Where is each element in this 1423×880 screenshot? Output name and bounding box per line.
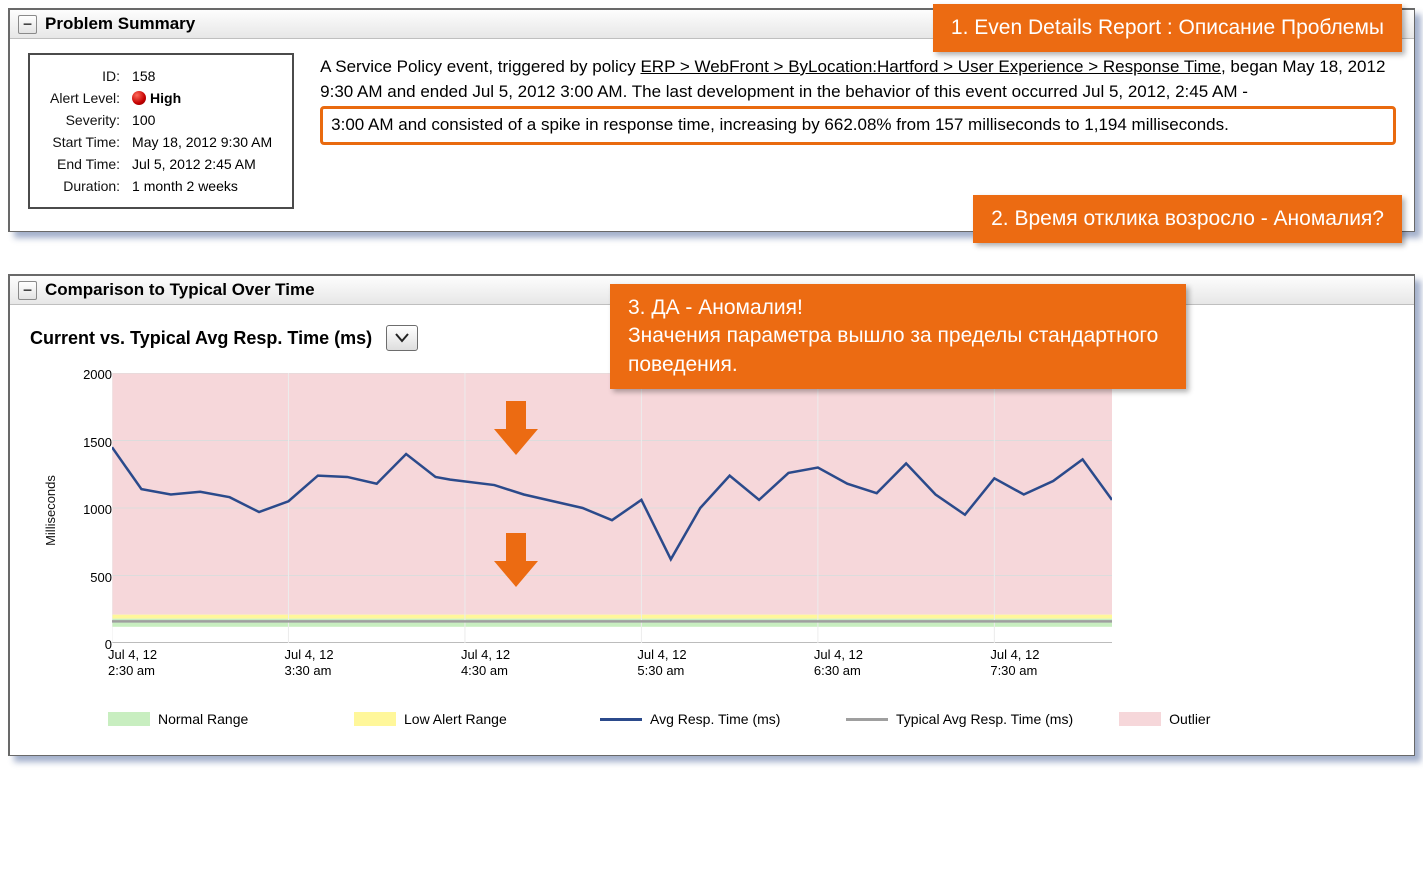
annotation-2: 2. Время отклика возросло - Аномалия?: [973, 195, 1402, 243]
label-alert-level: Alert Level:: [44, 87, 126, 109]
value-end-time: Jul 5, 2012 2:45 AM: [126, 153, 278, 175]
legend-typical-avg: Typical Avg Resp. Time (ms): [846, 711, 1073, 727]
chart-title: Current vs. Typical Avg Resp. Time (ms): [30, 328, 372, 349]
comparison-panel: – Comparison to Typical Over Time 3. ДА …: [8, 274, 1415, 756]
legend-low-alert-range: Low Alert Range: [354, 711, 554, 727]
chart-legend: Normal Range Low Alert Range Avg Resp. T…: [108, 711, 1396, 727]
policy-link[interactable]: ERP > WebFront > ByLocation:Hartford > U…: [640, 57, 1221, 76]
value-duration: 1 month 2 weeks: [126, 175, 278, 197]
legend-normal-range: Normal Range: [108, 711, 308, 727]
legend-outlier: Outlier: [1119, 711, 1319, 727]
annotation-1: 1. Even Details Report : Описание Пробле…: [933, 4, 1402, 52]
value-id: 158: [126, 65, 278, 87]
label-severity: Severity:: [44, 109, 126, 131]
desc-highlighted: 3:00 AM and consisted of a spike in resp…: [320, 106, 1396, 145]
value-severity: 100: [126, 109, 278, 131]
label-id: ID:: [44, 65, 126, 87]
chevron-down-icon: [395, 333, 409, 343]
value-start-time: May 18, 2012 9:30 AM: [126, 131, 278, 153]
panel-title: Comparison to Typical Over Time: [45, 280, 315, 300]
label-end-time: End Time:: [44, 153, 126, 175]
problem-summary-panel: – Problem Summary 1. Even Details Report…: [8, 8, 1415, 232]
collapse-button[interactable]: –: [18, 281, 37, 300]
label-duration: Duration:: [44, 175, 126, 197]
annotation-3: 3. ДА - Аномалия! Значения параметра выш…: [610, 284, 1186, 389]
chart-area: Milliseconds 0500100015002000 Jul 4, 122…: [34, 365, 1134, 705]
panel-title: Problem Summary: [45, 14, 195, 34]
label-start-time: Start Time:: [44, 131, 126, 153]
chart-options-button[interactable]: [386, 325, 418, 351]
summary-description: A Service Policy event, triggered by pol…: [320, 53, 1396, 145]
alert-level-icon: [132, 91, 146, 105]
annotation-arrow-2: [494, 533, 538, 589]
collapse-button[interactable]: –: [18, 15, 37, 34]
summary-info-box: ID: 158 Alert Level: High Severity: 100 …: [28, 53, 294, 209]
legend-avg-resp-time: Avg Resp. Time (ms): [600, 711, 800, 727]
value-alert-level: High: [126, 87, 278, 109]
annotation-arrow-1: [494, 401, 538, 457]
y-axis-label: Milliseconds: [34, 365, 66, 655]
chart-svg: [112, 373, 1112, 643]
desc-part-1: A Service Policy event, triggered by pol…: [320, 57, 640, 76]
